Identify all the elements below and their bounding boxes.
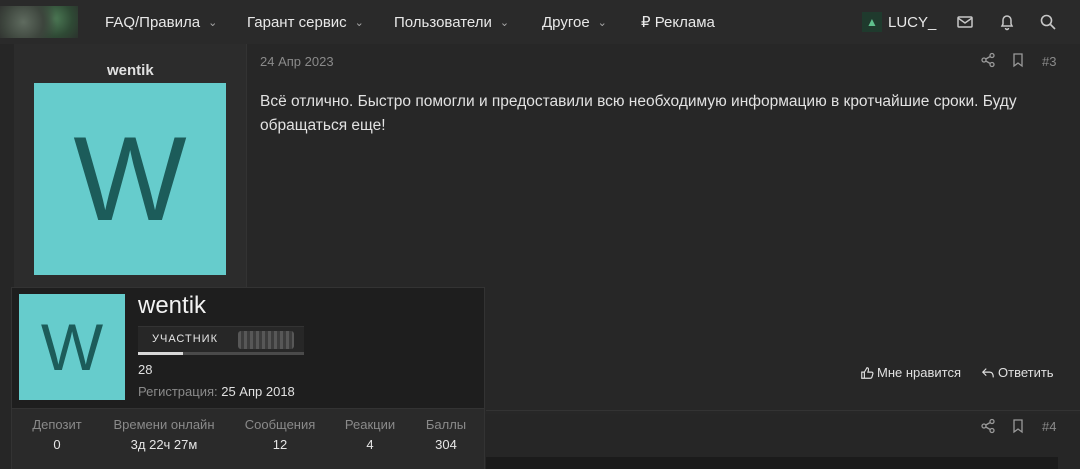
chevron-down-icon: ⌄ (597, 16, 607, 29)
stat-label: Баллы (425, 417, 467, 432)
nav-item-other[interactable]: Другое ⌄ (542, 0, 607, 44)
user-title-label: УЧАСТНИК (152, 333, 218, 345)
thumbs-up-icon (861, 366, 874, 379)
stat-online-time: Времени онлайн 3д 22ч 27м (108, 417, 220, 452)
stat-label: Сообщения (244, 417, 316, 432)
rank-progress-fill (138, 352, 183, 355)
username: LUCY_ (888, 13, 937, 31)
stat-value: 12 (272, 437, 288, 452)
member-tooltip-card: W wentik УЧАСТНИК 28 Регистрация: 25 Апр… (11, 287, 485, 469)
stat-value: 3д 22ч 27м (130, 437, 198, 452)
chevron-down-icon: ⌄ (208, 16, 218, 29)
bookmark-icon[interactable] (1010, 418, 1026, 434)
tooltip-avatar[interactable]: W (19, 294, 125, 400)
tooltip-registration: Регистрация: 25 Апр 2018 (138, 384, 295, 399)
reply-label: Ответить (998, 365, 1054, 380)
stat-value: 4 (366, 437, 374, 452)
stat-label: Депозит (32, 417, 82, 432)
user-title-badge: УЧАСТНИК (138, 326, 304, 353)
rank-badge-image (238, 331, 294, 349)
share-icon[interactable] (980, 418, 996, 434)
nav-item-garant[interactable]: Гарант сервис ⌄ (247, 0, 364, 44)
stat-reactions: Реакции 4 (338, 417, 402, 452)
stat-value: 304 (435, 437, 457, 452)
stat-label: Времени онлайн (113, 417, 215, 432)
rank-progress-bar (138, 352, 304, 355)
registration-date: 25 Апр 2018 (221, 384, 295, 399)
stat-points: Баллы 304 (418, 417, 474, 452)
like-button[interactable]: Мне нравится (860, 365, 961, 380)
avatar: ▲ (862, 12, 882, 32)
tooltip-username[interactable]: wentik (138, 292, 206, 320)
user-menu[interactable]: ▲ LUCY_ (862, 12, 936, 32)
reply-button[interactable]: Ответить (981, 365, 1054, 380)
share-icon[interactable] (980, 52, 996, 68)
avatar-letter: W (40, 310, 104, 384)
nav-item-label: ₽ Реклама (641, 14, 715, 31)
chevron-down-icon: ⌄ (499, 16, 510, 29)
nav-item-label: Другое (542, 13, 590, 31)
bookmark-icon[interactable] (1010, 52, 1026, 68)
post-author-name[interactable]: wentik (107, 62, 154, 79)
chevron-down-icon: ⌄ (354, 16, 364, 29)
nav-item-users[interactable]: Пользователи ⌄ (394, 0, 509, 44)
search-icon[interactable] (1038, 12, 1058, 32)
stat-value: 0 (53, 437, 61, 452)
nav-item-ads[interactable]: ₽ Реклама (641, 0, 715, 44)
reply-icon (981, 367, 994, 377)
stat-messages: Сообщения 12 (240, 417, 320, 452)
next-post-content (486, 457, 1058, 469)
avatar-letter: W (73, 112, 187, 246)
post-number[interactable]: #4 (1042, 419, 1056, 434)
nav-item-faq[interactable]: FAQ/Правила ⌄ (105, 0, 217, 44)
nav-item-label: Гарант сервис (247, 13, 347, 31)
like-label: Мне нравится (877, 365, 962, 380)
tooltip-message-count: 28 (138, 362, 153, 377)
bell-icon[interactable] (997, 12, 1017, 32)
post-number[interactable]: #3 (1042, 54, 1056, 69)
site-logo[interactable] (0, 6, 78, 38)
post-date[interactable]: 24 Апр 2023 (260, 54, 334, 69)
stat-label: Реакции (344, 417, 396, 432)
nav-item-label: FAQ/Правила (105, 13, 201, 31)
tooltip-stats-row: Депозит 0 Времени онлайн 3д 22ч 27м Сооб… (12, 408, 484, 469)
post-body-text: Всё отлично. Быстро помогли и предостави… (260, 93, 1017, 134)
stat-deposit: Депозит 0 (26, 417, 88, 452)
nav-item-label: Пользователи (394, 13, 492, 31)
mail-icon[interactable] (955, 12, 975, 32)
registration-label: Регистрация: (138, 384, 218, 399)
post-author-avatar[interactable]: W (34, 83, 226, 275)
